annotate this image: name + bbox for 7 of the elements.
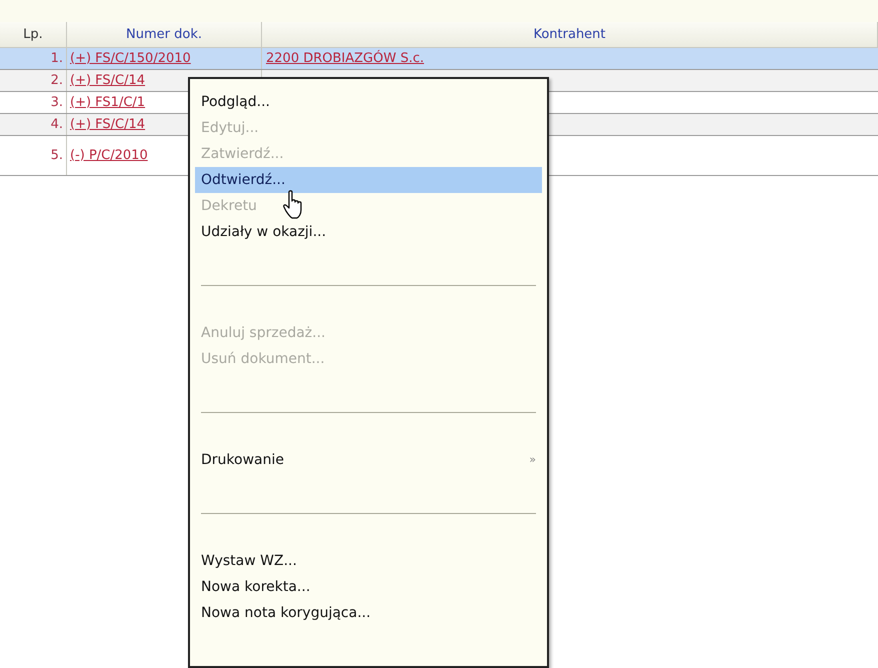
menu-item-label: Drukowanie	[201, 450, 284, 470]
row-number: 3.	[50, 94, 63, 112]
row-number: 2.	[50, 72, 63, 90]
submenu-arrow-icon: »	[529, 452, 536, 468]
row-number: 5.	[50, 146, 63, 165]
row-number: 4.	[50, 116, 63, 134]
row-number: 1.	[50, 50, 63, 68]
